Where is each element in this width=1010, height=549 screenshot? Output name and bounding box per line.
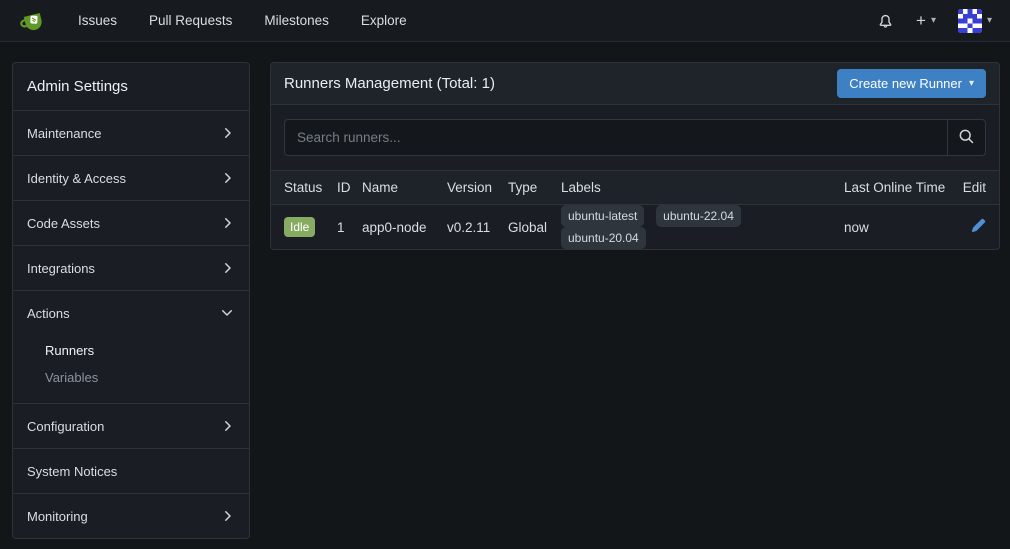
sidebar-title: Admin Settings xyxy=(27,78,128,95)
page-body: Admin Settings Maintenance Identity & Ac… xyxy=(0,42,1010,539)
pencil-icon xyxy=(971,218,986,236)
create-new-menu[interactable]: + ▾ xyxy=(916,12,936,29)
chevron-right-icon xyxy=(219,170,235,186)
column-header-id: ID xyxy=(329,171,354,205)
runner-labels: ubuntu-latest ubuntu-22.04 ubuntu-20.04 xyxy=(553,205,836,249)
status-badge: Idle xyxy=(284,217,316,237)
sidebar-item-label: Integrations xyxy=(27,260,95,276)
search-segment xyxy=(270,105,1000,171)
runner-version: v0.2.11 xyxy=(447,219,491,235)
navbar-right: + ▾ ▾ xyxy=(877,8,992,33)
runner-row: Idle 1 app0-node v0.2.11 Global ubuntu-l… xyxy=(271,205,999,249)
actions-sub-list: Runners Variables xyxy=(13,335,249,403)
sidebar-item-code-assets[interactable]: Code Assets xyxy=(13,200,249,245)
column-header-labels: Labels xyxy=(553,171,836,205)
search-runners-input[interactable] xyxy=(285,120,947,155)
column-header-last-online-time: Last Online Time xyxy=(836,171,954,205)
runner-id: 1 xyxy=(337,219,345,235)
chevron-right-icon xyxy=(219,125,235,141)
nav-link-pull-requests[interactable]: Pull Requests xyxy=(133,13,248,28)
panel-header: Runners Management (Total: 1) Create new… xyxy=(270,62,1000,105)
search-box xyxy=(284,119,986,156)
sidebar-item-configuration[interactable]: Configuration xyxy=(13,403,249,448)
caret-down-icon: ▾ xyxy=(986,14,992,26)
admin-settings-sidebar: Admin Settings Maintenance Identity & Ac… xyxy=(12,62,250,539)
user-menu[interactable]: ▾ xyxy=(957,8,992,33)
runners-management-panel: Runners Management (Total: 1) Create new… xyxy=(270,62,1000,250)
nav-link-explore[interactable]: Explore xyxy=(345,13,423,28)
sidebar-item-identity-access[interactable]: Identity & Access xyxy=(13,155,249,200)
caret-down-icon: ▾ xyxy=(930,14,936,26)
chevron-right-icon xyxy=(219,215,235,231)
top-navbar: Issues Pull Requests Milestones Explore … xyxy=(0,0,1010,42)
chevron-down-icon xyxy=(219,305,235,321)
column-header-name: Name xyxy=(354,171,439,205)
create-new-runner-button[interactable]: Create new Runner ▾ xyxy=(837,69,986,98)
search-button[interactable] xyxy=(947,120,985,155)
sidebar-item-label: Actions xyxy=(27,305,70,321)
column-header-status: Status xyxy=(271,171,329,205)
sidebar-item-label: Identity & Access xyxy=(27,170,126,186)
column-header-edit: Edit xyxy=(954,171,999,205)
edit-runner-button[interactable] xyxy=(971,218,986,236)
avatar xyxy=(957,8,982,33)
sidebar-item-label: System Notices xyxy=(27,463,118,479)
sidebar-item-system-notices[interactable]: System Notices xyxy=(13,448,249,493)
runner-last-online: now xyxy=(844,219,869,235)
page-title: Runners Management (Total: 1) xyxy=(284,75,495,92)
gitea-logo-icon[interactable] xyxy=(18,6,48,36)
search-icon xyxy=(958,128,975,148)
sidebar-item-label: Maintenance xyxy=(27,125,102,141)
runner-type: Global xyxy=(508,219,548,235)
create-new-runner-label: Create new Runner xyxy=(849,76,962,91)
nav-link-issues[interactable]: Issues xyxy=(62,13,133,28)
runners-table: Status ID Name Version Type Labels Last … xyxy=(270,171,1000,250)
column-header-version: Version xyxy=(439,171,500,205)
sidebar-item-label: Configuration xyxy=(27,418,105,434)
table-header-row: Status ID Name Version Type Labels Last … xyxy=(271,171,999,205)
nav-link-milestones[interactable]: Milestones xyxy=(248,13,345,28)
sidebar-item-monitoring[interactable]: Monitoring xyxy=(13,493,249,538)
notifications-bell-icon[interactable] xyxy=(877,12,894,29)
chevron-right-icon xyxy=(219,260,235,276)
chevron-right-icon xyxy=(219,418,235,434)
column-header-type: Type xyxy=(500,171,553,205)
sidebar-item-integrations[interactable]: Integrations xyxy=(13,245,249,290)
runner-name: app0-node xyxy=(362,219,427,235)
sidebar-item-runners[interactable]: Runners xyxy=(13,337,249,364)
sidebar-item-actions[interactable]: Actions xyxy=(13,290,249,335)
label-chip: ubuntu-20.04 xyxy=(561,227,646,249)
label-chip: ubuntu-latest xyxy=(561,205,645,227)
label-chip: ubuntu-22.04 xyxy=(656,205,741,227)
chevron-right-icon xyxy=(219,508,235,524)
caret-down-icon: ▾ xyxy=(968,77,974,89)
sidebar-item-label: Code Assets xyxy=(27,215,100,231)
sidebar-item-label: Monitoring xyxy=(27,508,88,524)
sidebar-item-variables[interactable]: Variables xyxy=(13,364,249,391)
plus-icon: + xyxy=(916,11,926,30)
sidebar-item-maintenance[interactable]: Maintenance xyxy=(13,110,249,155)
